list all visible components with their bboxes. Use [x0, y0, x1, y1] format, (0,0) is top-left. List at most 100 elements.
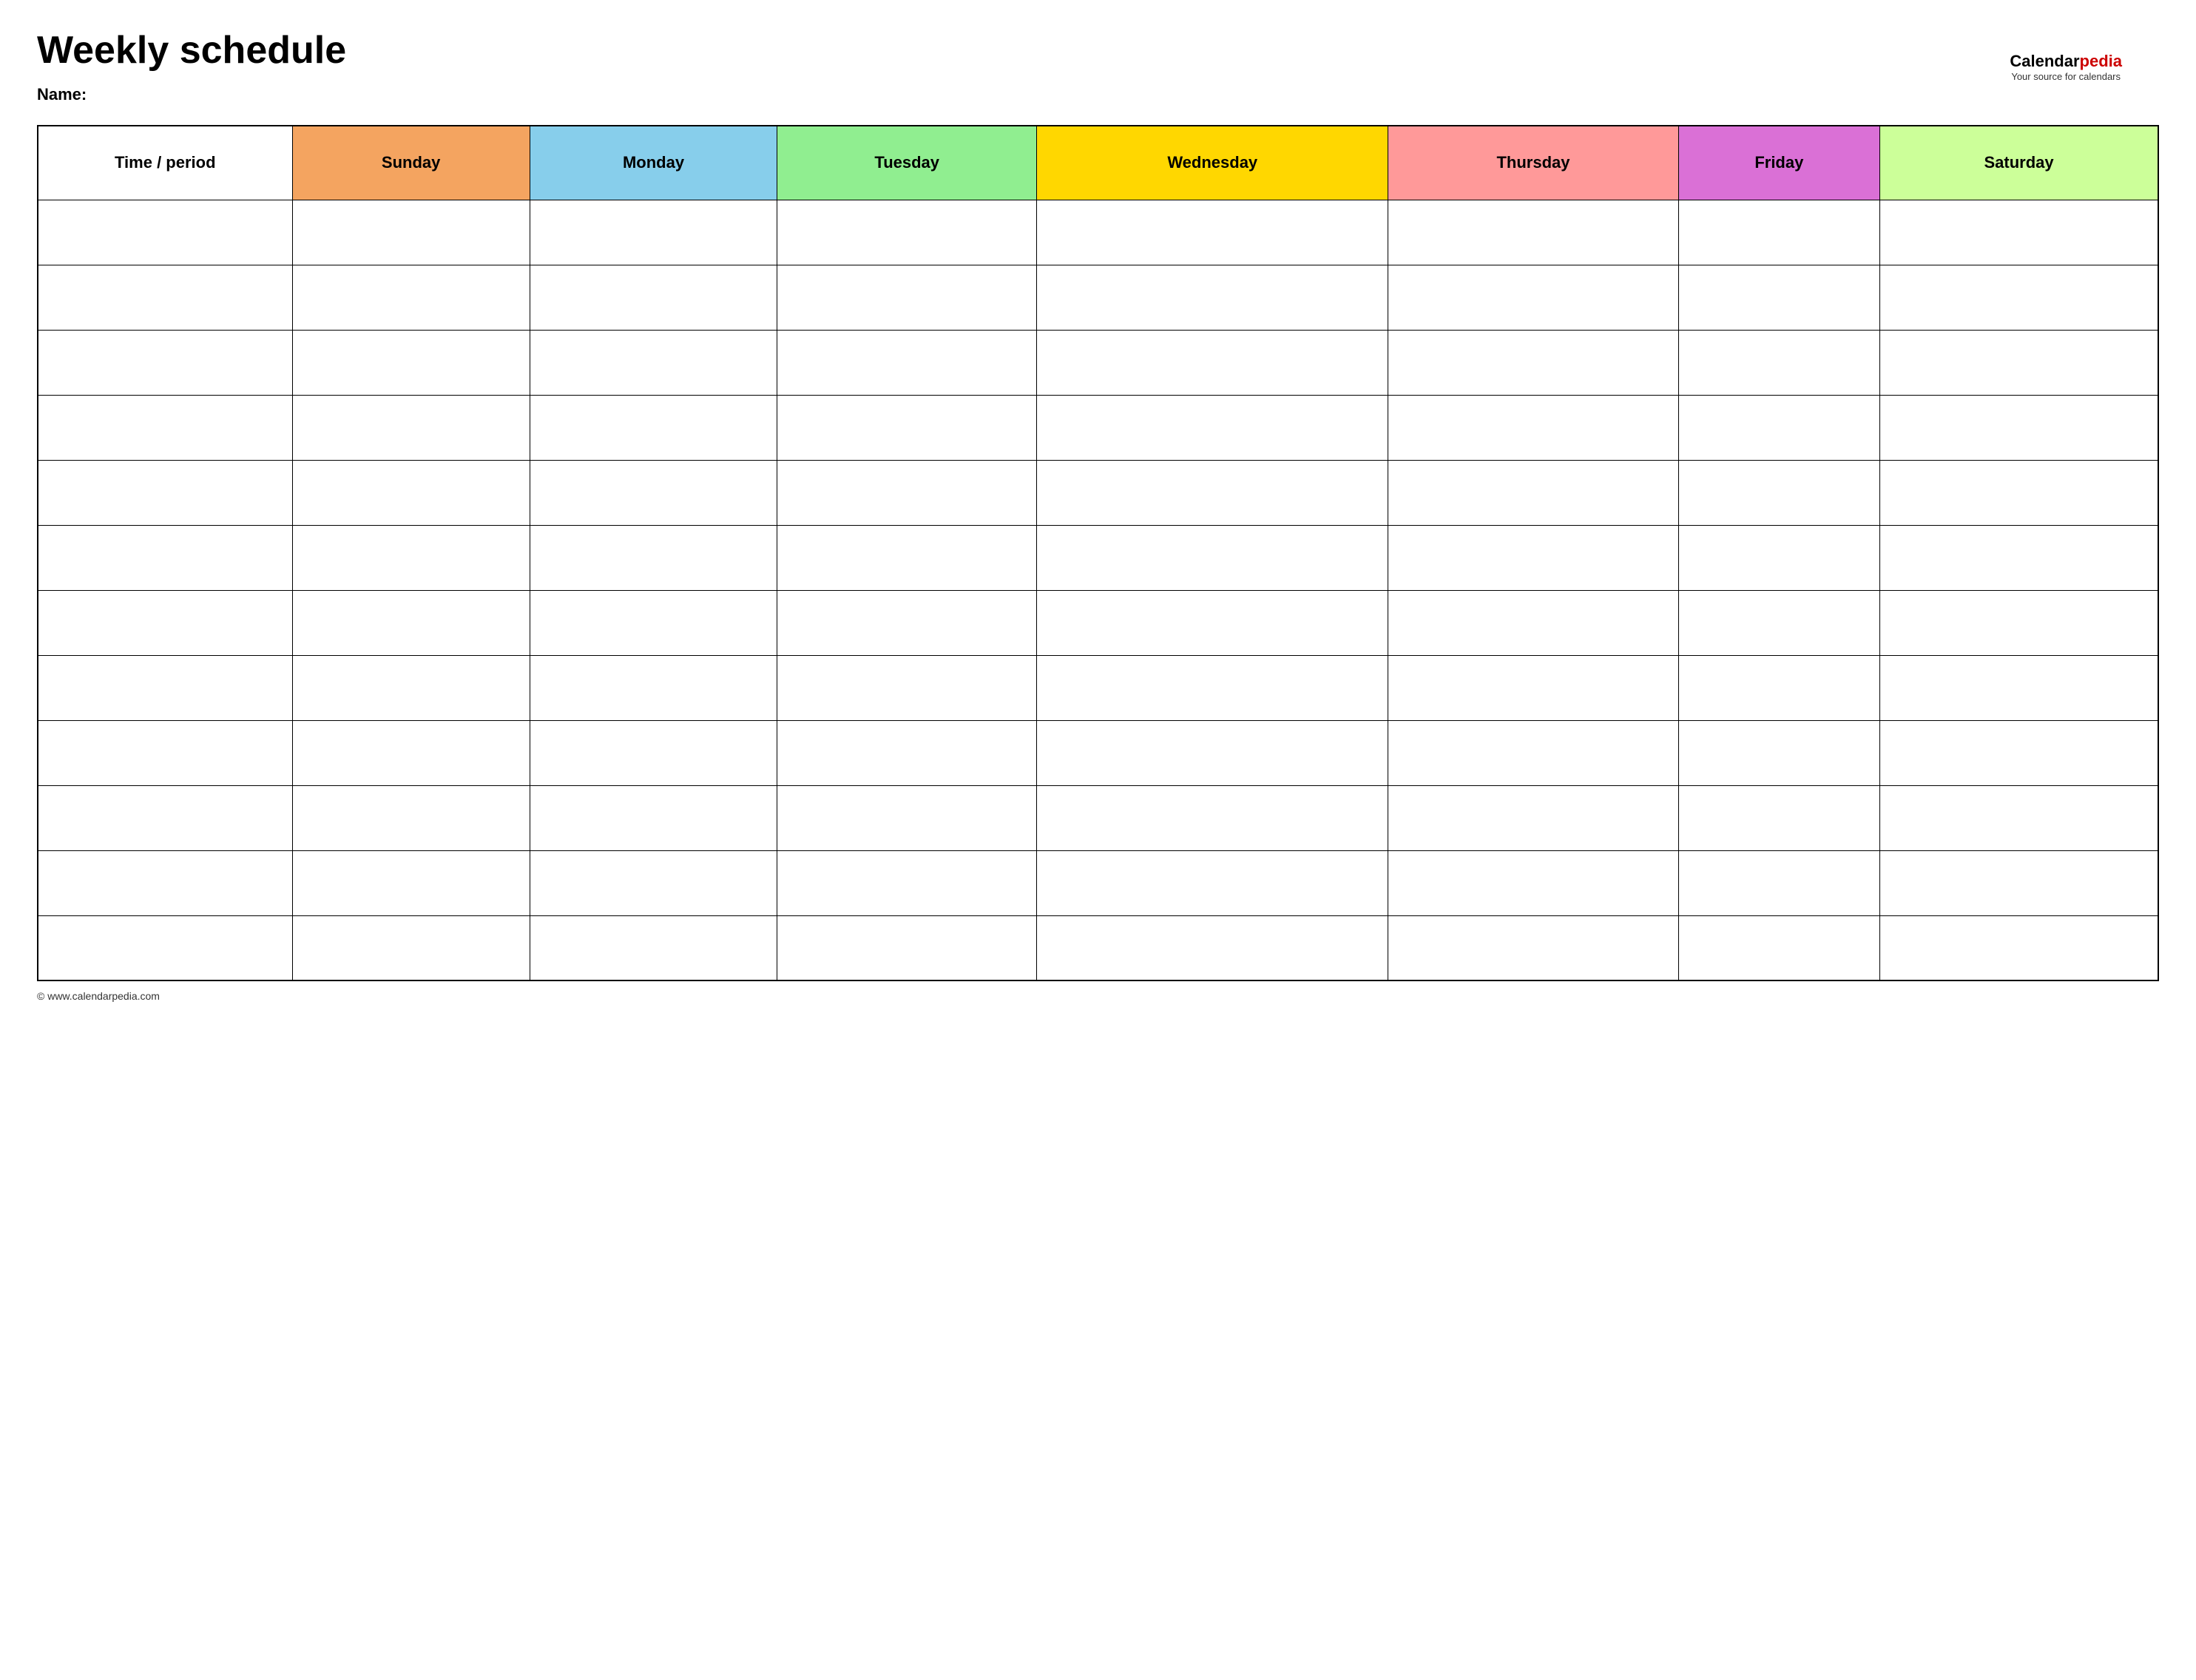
schedule-cell[interactable]	[777, 655, 1037, 720]
schedule-cell[interactable]	[777, 850, 1037, 915]
time-cell[interactable]	[38, 525, 292, 590]
schedule-cell[interactable]	[292, 720, 530, 785]
schedule-cell[interactable]	[1678, 395, 1879, 460]
schedule-cell[interactable]	[292, 655, 530, 720]
schedule-cell[interactable]	[1678, 785, 1879, 850]
table-row[interactable]	[38, 655, 2158, 720]
schedule-cell[interactable]	[292, 330, 530, 395]
schedule-cell[interactable]	[777, 330, 1037, 395]
table-row[interactable]	[38, 785, 2158, 850]
time-cell[interactable]	[38, 655, 292, 720]
time-cell[interactable]	[38, 720, 292, 785]
schedule-cell[interactable]	[1388, 590, 1678, 655]
table-row[interactable]	[38, 265, 2158, 330]
schedule-cell[interactable]	[292, 395, 530, 460]
schedule-cell[interactable]	[1388, 720, 1678, 785]
schedule-cell[interactable]	[292, 785, 530, 850]
table-row[interactable]	[38, 330, 2158, 395]
schedule-cell[interactable]	[530, 330, 777, 395]
schedule-cell[interactable]	[1037, 915, 1388, 980]
schedule-cell[interactable]	[1388, 460, 1678, 525]
schedule-cell[interactable]	[1037, 265, 1388, 330]
time-cell[interactable]	[38, 460, 292, 525]
table-row[interactable]	[38, 915, 2158, 980]
schedule-cell[interactable]	[1037, 655, 1388, 720]
schedule-cell[interactable]	[1037, 330, 1388, 395]
table-row[interactable]	[38, 590, 2158, 655]
schedule-cell[interactable]	[530, 590, 777, 655]
table-row[interactable]	[38, 460, 2158, 525]
time-cell[interactable]	[38, 785, 292, 850]
schedule-cell[interactable]	[292, 850, 530, 915]
schedule-cell[interactable]	[1880, 460, 2158, 525]
schedule-cell[interactable]	[292, 460, 530, 525]
schedule-cell[interactable]	[1678, 265, 1879, 330]
schedule-cell[interactable]	[1880, 525, 2158, 590]
schedule-cell[interactable]	[1880, 850, 2158, 915]
time-cell[interactable]	[38, 265, 292, 330]
schedule-cell[interactable]	[777, 265, 1037, 330]
table-row[interactable]	[38, 720, 2158, 785]
time-cell[interactable]	[38, 590, 292, 655]
schedule-cell[interactable]	[1880, 590, 2158, 655]
schedule-cell[interactable]	[530, 850, 777, 915]
schedule-cell[interactable]	[292, 590, 530, 655]
schedule-cell[interactable]	[292, 200, 530, 265]
schedule-cell[interactable]	[1388, 330, 1678, 395]
schedule-cell[interactable]	[1388, 915, 1678, 980]
schedule-cell[interactable]	[777, 525, 1037, 590]
schedule-cell[interactable]	[1678, 850, 1879, 915]
schedule-cell[interactable]	[1880, 395, 2158, 460]
table-row[interactable]	[38, 525, 2158, 590]
schedule-cell[interactable]	[1678, 720, 1879, 785]
time-cell[interactable]	[38, 330, 292, 395]
schedule-cell[interactable]	[530, 265, 777, 330]
schedule-cell[interactable]	[530, 460, 777, 525]
schedule-cell[interactable]	[777, 395, 1037, 460]
schedule-cell[interactable]	[530, 720, 777, 785]
schedule-cell[interactable]	[777, 915, 1037, 980]
schedule-cell[interactable]	[1678, 915, 1879, 980]
schedule-cell[interactable]	[1037, 785, 1388, 850]
schedule-cell[interactable]	[1388, 525, 1678, 590]
schedule-cell[interactable]	[1880, 915, 2158, 980]
schedule-cell[interactable]	[292, 265, 530, 330]
schedule-cell[interactable]	[1678, 200, 1879, 265]
schedule-cell[interactable]	[1388, 850, 1678, 915]
schedule-cell[interactable]	[292, 915, 530, 980]
schedule-cell[interactable]	[530, 395, 777, 460]
time-cell[interactable]	[38, 850, 292, 915]
schedule-cell[interactable]	[1037, 720, 1388, 785]
schedule-cell[interactable]	[1388, 265, 1678, 330]
schedule-cell[interactable]	[1388, 395, 1678, 460]
schedule-cell[interactable]	[1880, 785, 2158, 850]
schedule-cell[interactable]	[777, 720, 1037, 785]
schedule-cell[interactable]	[1880, 330, 2158, 395]
time-cell[interactable]	[38, 200, 292, 265]
schedule-cell[interactable]	[1678, 330, 1879, 395]
schedule-cell[interactable]	[1037, 590, 1388, 655]
table-row[interactable]	[38, 395, 2158, 460]
schedule-cell[interactable]	[1880, 265, 2158, 330]
schedule-cell[interactable]	[1880, 720, 2158, 785]
schedule-cell[interactable]	[777, 200, 1037, 265]
schedule-cell[interactable]	[1037, 850, 1388, 915]
schedule-cell[interactable]	[1388, 655, 1678, 720]
schedule-cell[interactable]	[1678, 590, 1879, 655]
schedule-cell[interactable]	[1037, 200, 1388, 265]
schedule-cell[interactable]	[1880, 655, 2158, 720]
time-cell[interactable]	[38, 395, 292, 460]
schedule-cell[interactable]	[777, 785, 1037, 850]
schedule-cell[interactable]	[292, 525, 530, 590]
table-row[interactable]	[38, 850, 2158, 915]
schedule-cell[interactable]	[530, 200, 777, 265]
schedule-cell[interactable]	[1037, 525, 1388, 590]
table-row[interactable]	[38, 200, 2158, 265]
time-cell[interactable]	[38, 915, 292, 980]
schedule-cell[interactable]	[1880, 200, 2158, 265]
schedule-cell[interactable]	[1388, 785, 1678, 850]
schedule-cell[interactable]	[1388, 200, 1678, 265]
schedule-cell[interactable]	[530, 655, 777, 720]
schedule-cell[interactable]	[530, 525, 777, 590]
schedule-cell[interactable]	[1037, 395, 1388, 460]
